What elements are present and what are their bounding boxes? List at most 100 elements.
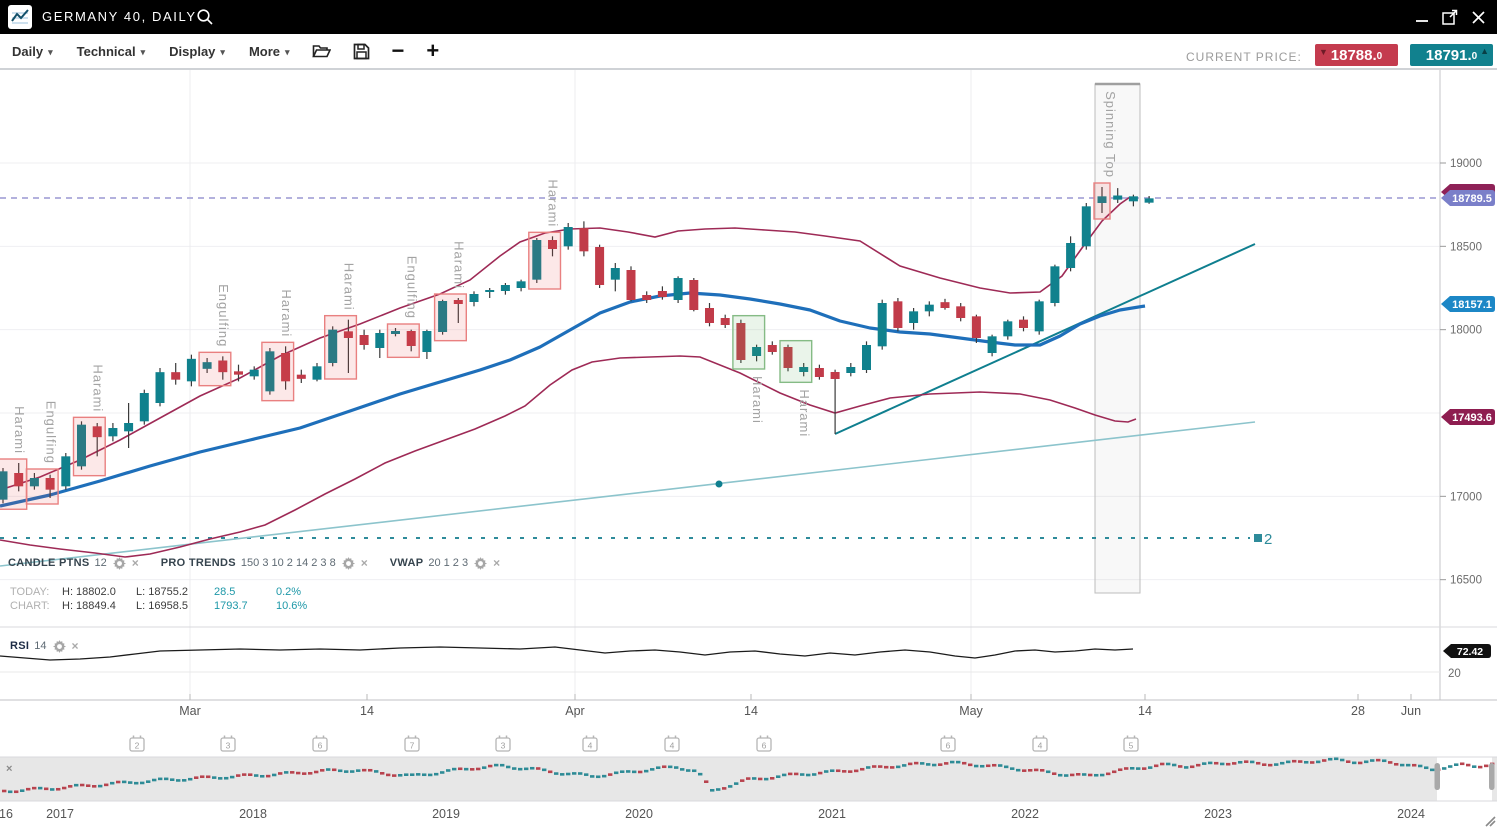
- navigator-mini-candle: [1454, 763, 1458, 766]
- x-axis-label: 28: [1351, 704, 1365, 718]
- candle-pattern-box[interactable]: [780, 341, 812, 383]
- navigator-mini-candle: [986, 764, 990, 767]
- navigator-mini-candle: [854, 770, 858, 773]
- navigator-mini-candle: [860, 768, 864, 771]
- candle-pattern-box[interactable]: [325, 316, 357, 379]
- gear-icon[interactable]: [342, 557, 355, 570]
- remove-indicator-icon[interactable]: ×: [361, 556, 368, 570]
- navigator-mini-candle: [68, 785, 72, 788]
- navigator-mini-candle: [110, 782, 114, 785]
- candle-pattern-box[interactable]: [388, 324, 420, 357]
- navigator-mini-candle: [200, 775, 204, 778]
- navigator-mini-candle: [698, 773, 702, 776]
- minimize-button[interactable]: [1413, 8, 1431, 26]
- candle-body: [375, 333, 384, 348]
- candle-pattern-box[interactable]: [199, 352, 231, 385]
- rsi-indicator-label: RSI 14 ×: [10, 639, 79, 653]
- navigator-mini-candle: [1418, 765, 1422, 768]
- price-axis-tick-label: 17000: [1450, 491, 1482, 503]
- price-stats: TODAY:H: 18802.0 L: 18755.228.5 0.2% CHA…: [10, 585, 307, 613]
- candle-pattern-box[interactable]: [74, 417, 106, 475]
- navigator-mini-candle: [1280, 762, 1284, 765]
- calendar-week-icon[interactable]: 2: [130, 736, 144, 752]
- calendar-week-icon[interactable]: 6: [941, 736, 955, 752]
- resize-handle-icon[interactable]: [1486, 817, 1495, 826]
- candle-body: [61, 456, 70, 486]
- popout-button[interactable]: [1441, 8, 1459, 26]
- calendar-week-icon[interactable]: 7: [405, 736, 419, 752]
- level-marker-square[interactable]: [1254, 534, 1262, 542]
- navigator-mini-candle: [1484, 765, 1488, 768]
- calendar-week-icon[interactable]: 6: [313, 736, 327, 752]
- navigator-mini-candle: [602, 775, 606, 778]
- navigator-mini-candle: [1262, 763, 1266, 766]
- navigator-selected-window[interactable]: [1437, 758, 1492, 801]
- navigator-mini-candle: [356, 769, 360, 772]
- zoom-in-button[interactable]: +: [426, 41, 439, 61]
- close-button[interactable]: [1469, 8, 1487, 26]
- navigator-mini-candle: [1184, 766, 1188, 769]
- calendar-week-icon[interactable]: 6: [757, 736, 771, 752]
- candle-pattern-box[interactable]: [1094, 183, 1110, 219]
- zoom-out-button[interactable]: −: [392, 41, 405, 61]
- navigator-mini-candle: [878, 765, 882, 768]
- calendar-week-icon[interactable]: 4: [1033, 736, 1047, 752]
- pattern-label: Harami: [90, 364, 105, 412]
- navigator-mini-candle: [1118, 768, 1122, 771]
- pro-trend-line[interactable]: [835, 244, 1255, 434]
- sell-price-button[interactable]: ▼ 18788.0: [1315, 44, 1398, 66]
- candle-pattern-box[interactable]: [262, 342, 294, 400]
- navigator-mini-candle: [974, 765, 978, 768]
- menu-daily[interactable]: Daily▾: [12, 44, 53, 59]
- menu-technical[interactable]: Technical▾: [77, 44, 146, 59]
- candle-pattern-box[interactable]: [529, 232, 561, 289]
- remove-indicator-icon[interactable]: ×: [493, 556, 500, 570]
- calendar-week-icon[interactable]: 3: [221, 736, 235, 752]
- calendar-week-icon[interactable]: 4: [583, 736, 597, 752]
- remove-indicator-icon[interactable]: ×: [132, 556, 139, 570]
- x-axis-label: 14: [1138, 704, 1152, 718]
- navigator-right-handle[interactable]: [1489, 763, 1495, 790]
- calendar-week-number: 6: [318, 741, 323, 751]
- pattern-label: Harami: [279, 289, 294, 337]
- navigator-mini-candle: [554, 772, 558, 775]
- buy-price-button[interactable]: 18791.0 ▲: [1410, 44, 1493, 66]
- calendar-week-icon[interactable]: 3: [496, 736, 510, 752]
- x-axis-label: Apr: [565, 704, 584, 718]
- navigator-mini-candle: [104, 784, 108, 787]
- candle-pattern-box[interactable]: [26, 469, 58, 504]
- menu-more[interactable]: More▾: [249, 44, 290, 59]
- navigator-mini-candle: [968, 764, 972, 767]
- navigator-left-handle[interactable]: [1435, 763, 1441, 790]
- search-icon[interactable]: [196, 8, 214, 31]
- navigator-close-icon[interactable]: ×: [6, 763, 12, 775]
- pattern-label: Harami: [12, 406, 27, 454]
- calendar-week-icon[interactable]: 5: [1124, 736, 1138, 752]
- gear-icon[interactable]: [113, 557, 126, 570]
- remove-indicator-icon[interactable]: ×: [72, 639, 79, 653]
- navigator-mini-candle: [1190, 765, 1194, 768]
- candle-pattern-box[interactable]: [0, 459, 27, 509]
- navigator-mini-candle: [212, 776, 216, 779]
- navigator-mini-candle: [1256, 762, 1260, 765]
- level-marker-label: 2: [1264, 531, 1272, 548]
- navigator-mini-candle: [632, 771, 636, 774]
- navigator-mini-candle: [350, 770, 354, 773]
- vwap-line-dot[interactable]: [716, 481, 723, 488]
- navigator-mini-candle: [740, 779, 744, 782]
- menu-display[interactable]: Display▾: [169, 44, 225, 59]
- calendar-week-icon[interactable]: 4: [665, 736, 679, 752]
- navigator-mini-candle: [926, 763, 930, 766]
- navigator-mini-candle: [794, 773, 798, 776]
- navigator-mini-candle: [1478, 766, 1482, 769]
- candle-pattern-box[interactable]: [733, 316, 765, 369]
- candle-body: [1082, 206, 1091, 246]
- open-folder-icon[interactable]: [312, 43, 331, 59]
- candle-body: [878, 303, 887, 346]
- gear-icon[interactable]: [474, 557, 487, 570]
- candle-body: [909, 311, 918, 323]
- candle-pattern-box[interactable]: [435, 294, 467, 341]
- save-icon[interactable]: [353, 43, 370, 60]
- navigator-mini-candle: [176, 779, 180, 782]
- gear-icon[interactable]: [53, 640, 66, 653]
